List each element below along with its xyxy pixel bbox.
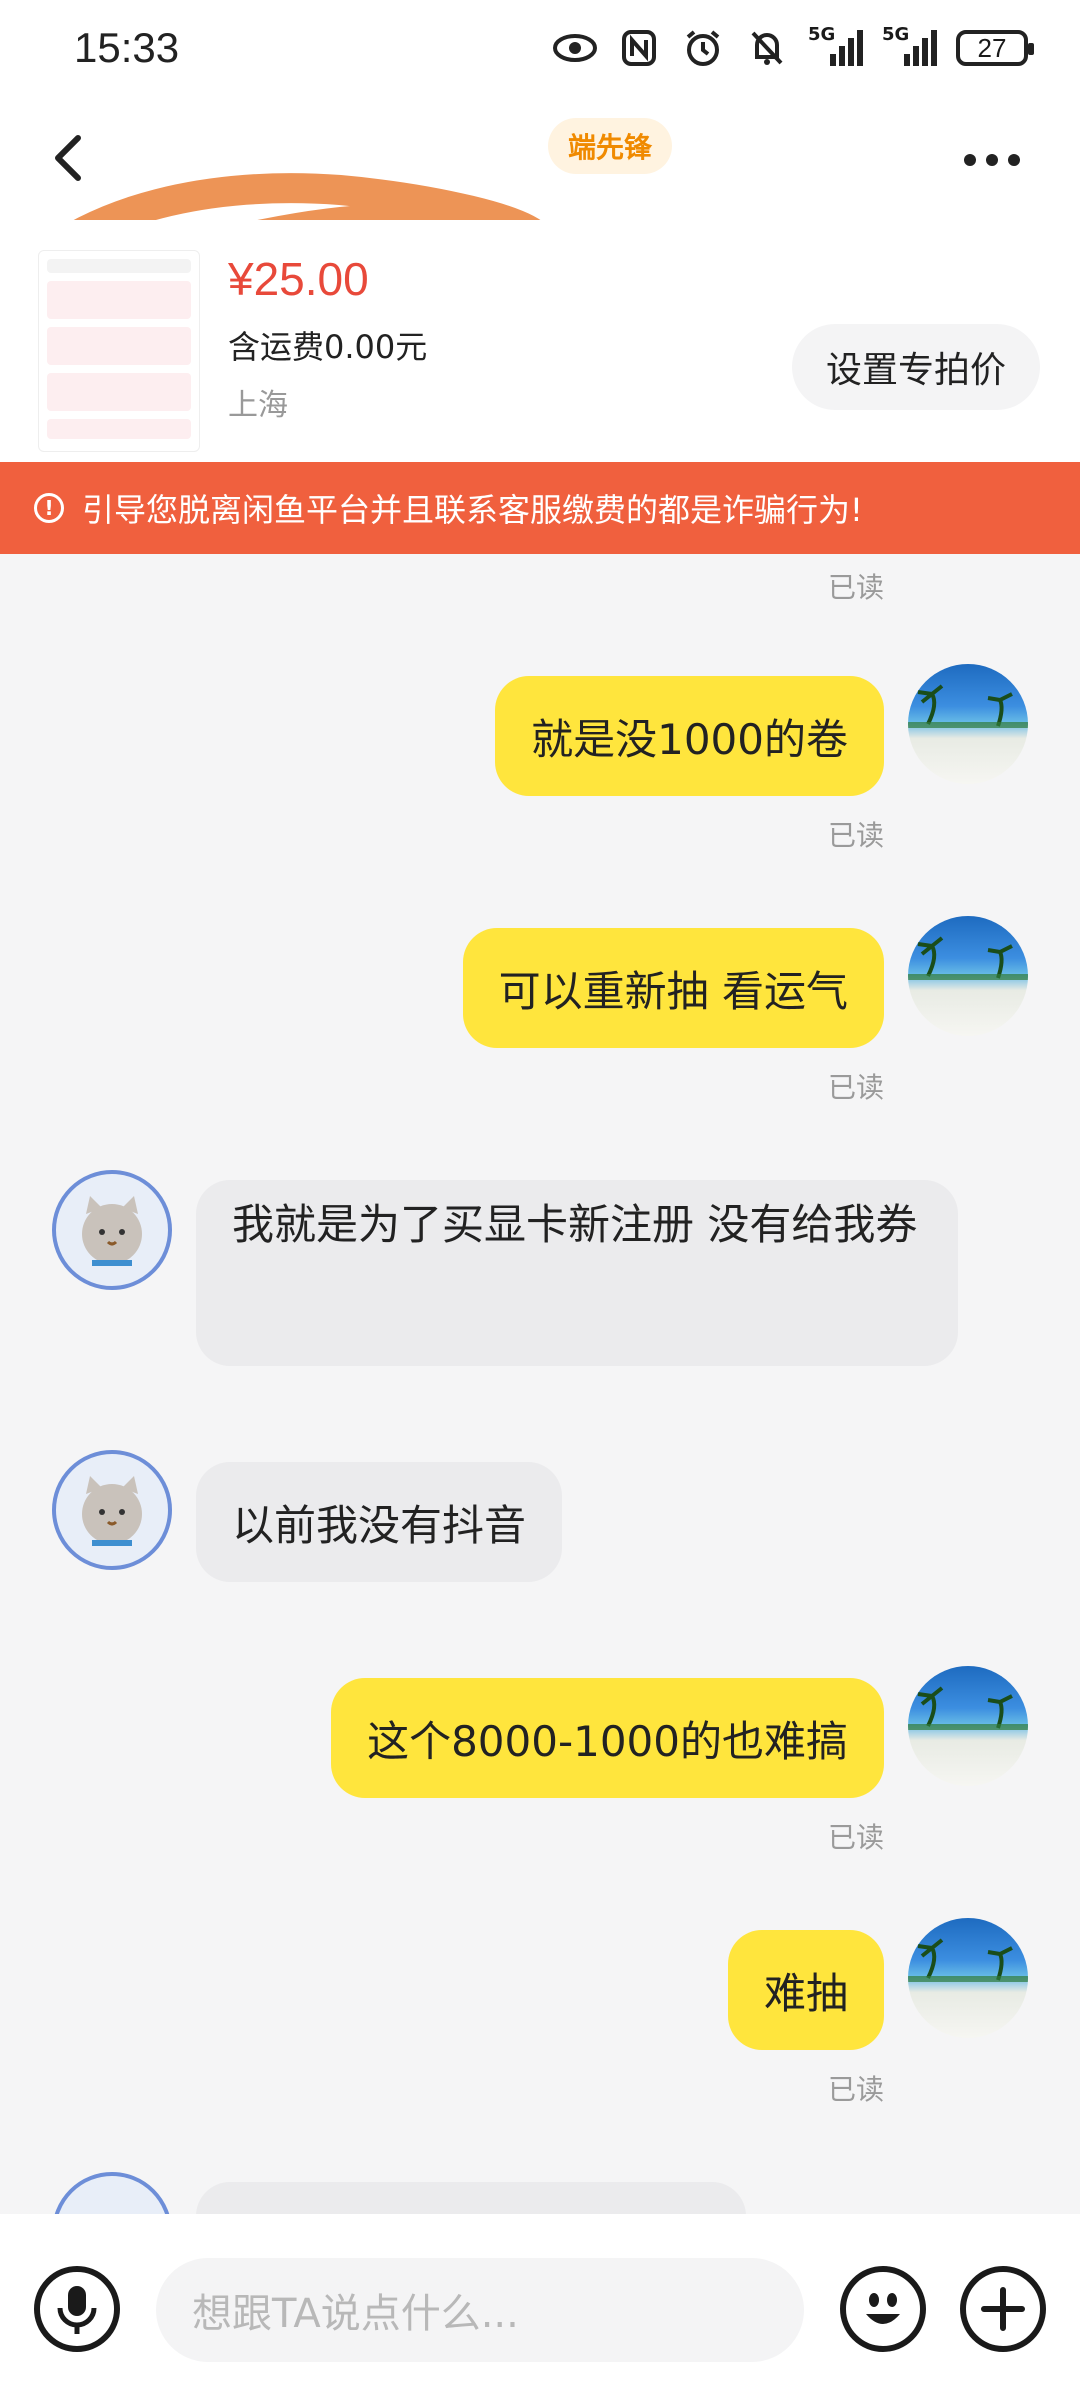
message-bubble-sent[interactable]: 难抽: [727, 1930, 884, 2050]
palm-tree-icon: [908, 1686, 1028, 1730]
thumb-line: [47, 281, 191, 319]
message-bubble-sent[interactable]: 就是没1000的卷: [495, 676, 884, 796]
cat-avatar-icon: [82, 1196, 142, 1266]
microphone-icon: [57, 2286, 97, 2334]
signal-icon: 5G: [882, 24, 938, 68]
message-input[interactable]: 想跟TA说点什么...: [156, 2258, 804, 2362]
my-avatar[interactable]: [908, 1666, 1028, 1786]
seller-avatar[interactable]: [52, 1450, 172, 1570]
cat-avatar-icon: [82, 1476, 142, 1546]
nfc-icon: [616, 28, 662, 68]
eye-icon: [552, 28, 598, 68]
battery-level: 27: [977, 32, 1007, 63]
signal-icon: 5G: [808, 24, 864, 68]
message-list[interactable]: 已读 就是没1000的卷 已读 可以重新抽 看运气 已读 我就是为了买显卡新注册…: [0, 554, 1080, 2214]
battery-icon: 27: [956, 30, 1034, 66]
read-receipt: 已读: [827, 1821, 884, 1854]
more-dot-icon: [1008, 154, 1020, 166]
warning-text: 引导您脱离闲鱼平台并且联系客服缴费的都是诈骗行为!: [82, 491, 863, 529]
mute-icon: [744, 28, 790, 68]
add-attachment-button[interactable]: [960, 2266, 1046, 2352]
message-bubble-sent[interactable]: 这个8000-1000的也难搞: [331, 1678, 884, 1798]
shipping-fee: 含运费0.00元: [228, 328, 428, 366]
message-bubble-received[interactable]: 以前我没有抖音: [196, 1462, 563, 1582]
status-icons: 5G 5G 27: [552, 24, 1034, 68]
product-thumbnail[interactable]: [38, 250, 200, 452]
more-dot-icon: [964, 154, 976, 166]
fraud-warning-banner[interactable]: ! 引导您脱离闲鱼平台并且联系客服缴费的都是诈骗行为!: [0, 462, 1080, 554]
seller-avatar[interactable]: [52, 2172, 172, 2214]
voice-input-button[interactable]: [34, 2266, 120, 2352]
plus-icon: [981, 2287, 1025, 2331]
thumb-line: [47, 373, 191, 411]
read-receipt: 已读: [827, 819, 884, 852]
my-avatar[interactable]: [908, 664, 1028, 784]
emoji-button[interactable]: [840, 2266, 926, 2352]
alarm-icon: [680, 28, 726, 68]
palm-tree-icon: [908, 684, 1028, 728]
message-bubble-sent[interactable]: 可以重新抽 看运气: [462, 928, 884, 1048]
palm-tree-icon: [908, 1938, 1028, 1982]
more-options-button[interactable]: [964, 148, 1028, 172]
thumb-line: [47, 259, 191, 273]
input-bar: 想跟TA说点什么...: [0, 2214, 1080, 2400]
network-type-label: 5G: [882, 24, 910, 45]
palm-tree-icon: [908, 936, 1028, 980]
set-special-price-button[interactable]: 设置专拍价: [791, 324, 1040, 410]
clock: 15:33: [74, 24, 180, 71]
smiley-icon: [866, 2293, 900, 2324]
thumb-line: [47, 327, 191, 365]
chat-header: 端先锋: [0, 100, 1080, 309]
message-bubble-received[interactable]: 我就是为了买显卡新注册 没有给我券: [196, 1180, 958, 1366]
thumb-line: [47, 419, 191, 439]
more-dot-icon: [986, 154, 998, 166]
read-receipt: 已读: [827, 1071, 884, 1104]
read-receipt: 已读: [827, 2073, 884, 2106]
seller-avatar[interactable]: [52, 1170, 172, 1290]
status-bar: 15:33 5G 5G 27: [0, 0, 1080, 100]
my-avatar[interactable]: [908, 1918, 1028, 2038]
product-location: 上海: [228, 388, 288, 423]
product-price: ¥25.00: [228, 253, 369, 305]
read-receipt: 已读: [827, 571, 884, 604]
message-bubble-received-partial[interactable]: [196, 2182, 746, 2214]
my-avatar[interactable]: [908, 916, 1028, 1036]
network-type-label: 5G: [808, 24, 836, 45]
product-card[interactable]: ¥25.00 含运费0.00元 上海 设置专拍价: [0, 220, 1080, 462]
exclamation-circle-icon: !: [34, 493, 64, 523]
